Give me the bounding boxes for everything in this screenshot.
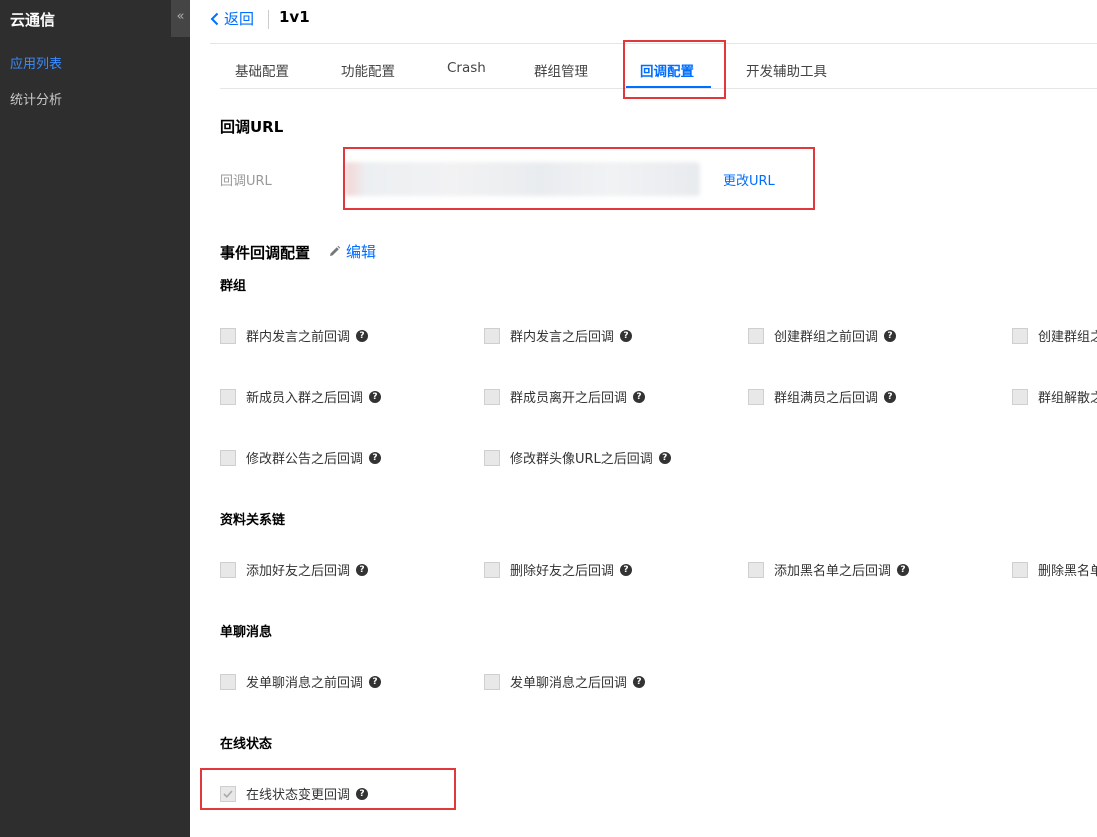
checkbox-label: 群组解散之 — [1038, 391, 1097, 406]
checkbox-label: 发单聊消息之前回调 — [246, 676, 364, 691]
checkbox-row: 创建群组之 — [1012, 326, 1097, 345]
help-icon[interactable]: ? — [884, 390, 897, 403]
checkbox-label: 删除黑名单 — [1038, 564, 1097, 579]
help-icon[interactable]: ? — [356, 329, 369, 342]
sidebar-item-statistics[interactable]: 统计分析 — [10, 89, 62, 108]
tab-group-management[interactable]: 群组管理 — [534, 60, 588, 80]
checkbox-row: 创建群组之前回调 ? — [748, 326, 897, 345]
checkbox-label: 添加好友之后回调 — [246, 564, 351, 579]
checkbox-row: 删除好友之后回调 ? — [484, 560, 633, 579]
checkbox[interactable] — [220, 673, 236, 690]
help-icon[interactable]: ? — [620, 563, 633, 576]
callback-url-label: 回调URL — [220, 174, 272, 189]
checkbox-row: 群组满员之后回调 ? — [748, 387, 897, 406]
help-icon[interactable]: ? — [356, 563, 369, 576]
app-name: 1v1 — [279, 8, 310, 26]
help-icon[interactable]: ? — [620, 329, 633, 342]
edit-label: 编辑 — [346, 243, 377, 261]
help-icon[interactable]: ? — [658, 451, 671, 464]
header-divider — [268, 10, 269, 29]
checkbox[interactable] — [484, 449, 500, 466]
checkbox-label: 群成员离开之后回调 — [510, 391, 628, 406]
highlight-box-online-status — [200, 768, 456, 810]
pencil-icon — [330, 245, 341, 256]
help-icon[interactable]: ? — [884, 329, 897, 342]
help-icon[interactable]: ? — [369, 390, 382, 403]
group-title-groups: 群组 — [220, 279, 247, 294]
callback-url-title: 回调URL — [220, 118, 284, 136]
group-title-relationship: 资料关系链 — [220, 513, 286, 528]
checkbox[interactable] — [484, 561, 500, 578]
checkbox-row: 删除黑名单 — [1012, 560, 1097, 579]
checkbox-row: 添加好友之后回调 ? — [220, 560, 369, 579]
sidebar-item-app-list[interactable]: 应用列表 — [10, 53, 62, 72]
checkbox-row: 群内发言之后回调 ? — [484, 326, 633, 345]
back-label: 返回 — [224, 10, 255, 28]
main-content: 返回 1v1 基础配置 功能配置 Crash 群组管理 回调配置 开发辅助工具 … — [190, 0, 1097, 837]
checkbox-label: 群组满员之后回调 — [774, 391, 879, 406]
checkbox[interactable] — [1012, 388, 1028, 405]
checkbox-label: 创建群组之前回调 — [774, 330, 879, 345]
checkbox-label: 群内发言之前回调 — [246, 330, 351, 345]
checkbox[interactable] — [1012, 561, 1028, 578]
group-title-c2c-message: 单聊消息 — [220, 625, 273, 640]
checkbox-row: 群内发言之前回调 ? — [220, 326, 369, 345]
sidebar: 云通信 « 应用列表 统计分析 — [0, 0, 190, 837]
checkbox-label: 添加黑名单之后回调 — [774, 564, 892, 579]
help-icon[interactable]: ? — [369, 675, 382, 688]
tab-crash[interactable]: Crash — [447, 60, 486, 76]
event-callback-title: 事件回调配置 — [220, 244, 311, 262]
checkbox-label: 群内发言之后回调 — [510, 330, 615, 345]
checkbox-row: 新成员入群之后回调 ? — [220, 387, 382, 406]
help-icon[interactable]: ? — [897, 563, 910, 576]
checkbox[interactable] — [748, 561, 764, 578]
brand-title: 云通信 — [10, 11, 56, 29]
checkbox-label: 新成员入群之后回调 — [246, 391, 364, 406]
checkbox-row: 修改群公告之后回调 ? — [220, 448, 382, 467]
collapse-sidebar-icon[interactable]: « — [171, 0, 190, 37]
checkbox[interactable] — [220, 561, 236, 578]
checkbox-row: 添加黑名单之后回调 ? — [748, 560, 910, 579]
highlight-box-url — [343, 147, 815, 210]
checkbox[interactable] — [748, 327, 764, 344]
checkbox-label: 修改群公告之后回调 — [246, 452, 364, 467]
checkbox[interactable] — [220, 449, 236, 466]
checkbox[interactable] — [220, 388, 236, 405]
checkbox-row: 修改群头像URL之后回调 ? — [484, 448, 671, 467]
checkbox-row: 发单聊消息之后回调 ? — [484, 672, 646, 691]
checkbox-row: 发单聊消息之前回调 ? — [220, 672, 382, 691]
checkbox[interactable] — [484, 673, 500, 690]
checkbox[interactable] — [1012, 327, 1028, 344]
checkbox-label: 删除好友之后回调 — [510, 564, 615, 579]
tab-basic-config[interactable]: 基础配置 — [235, 60, 289, 80]
checkbox[interactable] — [484, 327, 500, 344]
chevron-left-icon — [210, 12, 219, 25]
help-icon[interactable]: ? — [633, 390, 646, 403]
help-icon[interactable]: ? — [369, 451, 382, 464]
back-link[interactable]: 返回 — [210, 8, 254, 29]
checkbox-label: 修改群头像URL之后回调 — [510, 452, 653, 467]
checkbox[interactable] — [748, 388, 764, 405]
tab-feature-config[interactable]: 功能配置 — [341, 60, 395, 80]
checkbox[interactable] — [484, 388, 500, 405]
tab-dev-tools[interactable]: 开发辅助工具 — [746, 60, 827, 80]
checkbox-label: 发单聊消息之后回调 — [510, 676, 628, 691]
checkbox[interactable] — [220, 327, 236, 344]
help-icon[interactable]: ? — [633, 675, 646, 688]
checkbox-label: 创建群组之 — [1038, 330, 1097, 345]
highlight-box-tab — [623, 40, 726, 99]
group-title-online-status: 在线状态 — [220, 737, 273, 752]
checkbox-row: 群组解散之 — [1012, 387, 1097, 406]
edit-button[interactable]: 编辑 — [328, 241, 376, 262]
checkbox-row: 群成员离开之后回调 ? — [484, 387, 646, 406]
